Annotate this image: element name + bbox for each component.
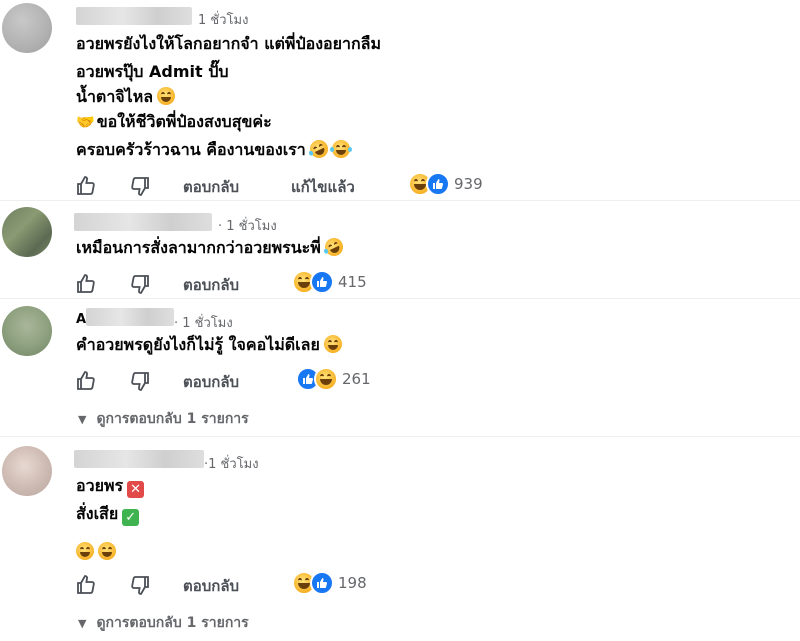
comment-line: สั่งเสีย ✓ [76,503,140,526]
avatar[interactable] [2,3,52,53]
handshake-emoji: 🤝 [76,113,95,131]
avatar[interactable] [2,207,52,257]
chevron-down-icon: ▼ [78,617,87,630]
commenter-name[interactable] [74,450,204,468]
thumbs-up-outline-icon[interactable] [74,369,98,393]
comment-timestamp[interactable]: · 1 ชั่วโมง [218,215,277,236]
comment-actions: ตอบกลับ 198 [74,571,394,597]
comment-line: น้ำตาจิไหล [76,86,176,108]
avatar[interactable] [2,306,52,356]
comment-actions: ตอบกลับ แก้ไขแล้ว 939 [74,172,514,198]
reply-button[interactable]: ตอบกลับ [183,175,239,199]
comment-line: ครอบครัวร้าวฉาน คืองานของเรา [76,137,352,161]
comment-timestamp[interactable]: ·1 ชั่วโมง [204,453,259,474]
thumbs-up-outline-icon[interactable] [74,573,98,597]
like-reaction-icon [310,571,334,595]
grinning-sweat-emoji [76,542,94,560]
like-reaction-icon [310,270,334,294]
thumbs-down-outline-icon[interactable] [128,174,152,198]
thumbs-down-outline-icon[interactable] [128,573,152,597]
comment-timestamp[interactable]: 1 ชั่วโมง [198,9,248,30]
reaction-count: 415 [338,273,367,291]
comment-actions: ตอบกลับ 261 [74,367,394,393]
comment-line [72,541,116,563]
comment-line: คำอวยพรดูยังไงก็ไม่รู้ ใจคอไม่ดีเลย [76,334,342,356]
comment-line: อวยพรปุ๊บ Admit ปั๊บ [76,62,229,81]
comment-actions: ตอบกลับ 415 [74,270,394,296]
grinning-sweat-emoji [157,87,176,105]
rofl-emoji [321,235,346,259]
commenter-name[interactable] [86,308,174,326]
comment-line: 🤝 ขอให้ชีวิตพี่ป๋องสงบสุขค่ะ [76,112,272,131]
reply-button[interactable]: ตอบกลับ [183,574,239,598]
view-replies-link[interactable]: ▼ ดูการตอบกลับ 1 รายการ [78,408,249,430]
avatar[interactable] [2,446,52,496]
reaction-summary[interactable]: 261 [296,367,371,393]
rofl-emoji [306,137,331,161]
reaction-summary[interactable]: 198 [292,571,367,597]
thumbs-up-outline-icon[interactable] [74,272,98,296]
thumbs-down-outline-icon[interactable] [128,272,152,296]
comment-separator [0,298,800,299]
haha-reaction-icon [314,367,338,391]
chevron-down-icon: ▼ [78,413,87,426]
reaction-count: 198 [338,574,367,592]
reaction-count: 939 [454,175,483,193]
commenter-name[interactable] [74,213,212,231]
comment-line: อวยพรยังไงให้โลกอยากจำ แต่พี่ป๋องอยากลืม [76,34,382,53]
joy-emoji [329,140,352,158]
like-reaction-icon [426,172,450,196]
grinning-sweat-emoji [323,335,342,353]
commenter-name[interactable] [76,7,192,25]
thumbs-up-outline-icon[interactable] [74,174,98,198]
reply-button[interactable]: ตอบกลับ [183,370,239,394]
reply-button[interactable]: ตอบกลับ [183,273,239,297]
view-replies-link[interactable]: ▼ ดูการตอบกลับ 1 รายการ [78,612,249,634]
thumbs-down-outline-icon[interactable] [128,369,152,393]
cross-mark-emoji: ✕ [127,481,145,498]
comment-separator [0,436,800,437]
comment-line: อวยพร ✕ [76,475,145,498]
commenter-initial[interactable]: A [76,312,86,327]
edited-label[interactable]: แก้ไขแล้ว [291,175,355,199]
comment-separator [0,200,800,201]
grinning-sweat-emoji [98,542,116,560]
comment-timestamp[interactable]: · 1 ชั่วโมง [174,312,233,333]
check-mark-emoji: ✓ [122,509,140,526]
comment-line: เหมือนการสั่งลามากกว่าอวยพรนะพี่ [76,235,346,259]
reaction-summary[interactable]: 415 [292,270,367,296]
reaction-count: 261 [342,370,371,388]
reaction-summary[interactable]: 939 [408,172,483,198]
